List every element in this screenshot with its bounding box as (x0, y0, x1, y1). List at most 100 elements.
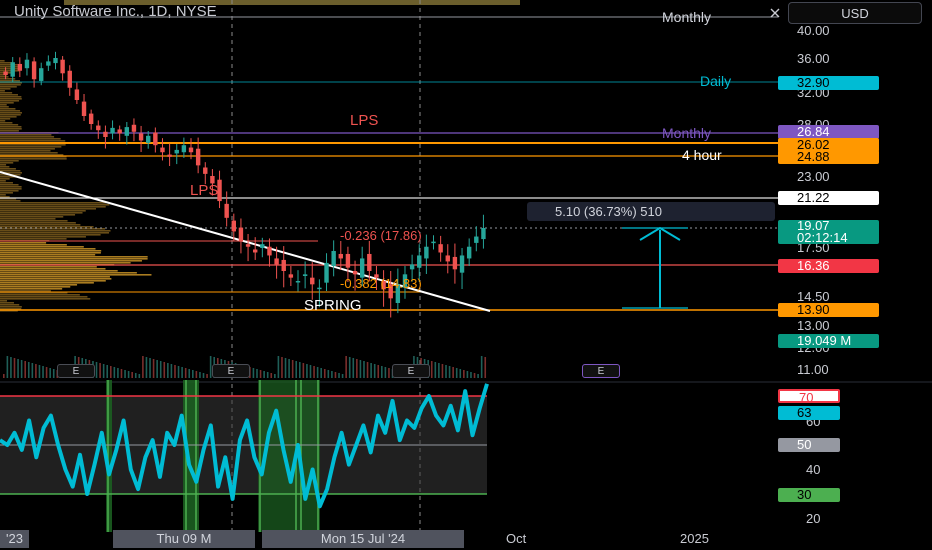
volume-profile-row (0, 290, 51, 292)
volume-bar (448, 366, 451, 378)
candle-body (274, 258, 279, 265)
volume-profile-row (0, 92, 13, 94)
volume-profile-row (0, 84, 21, 86)
volume-profile-row (0, 152, 58, 154)
candle-body (367, 253, 372, 271)
volume-profile-row (0, 150, 51, 152)
candle-body (452, 256, 458, 270)
volume-profile-row (0, 112, 22, 114)
candle-body (31, 61, 37, 80)
volume-bar (134, 373, 137, 378)
candle-body (138, 133, 144, 141)
volume-profile-row (0, 168, 16, 170)
orange-low-price-badge: 13.90 (778, 303, 879, 317)
volume-bar (345, 356, 347, 378)
earnings-marker[interactable]: E (57, 364, 95, 378)
volume-profile-row (0, 162, 14, 164)
volume-bar (320, 368, 322, 378)
volume-bar (174, 365, 176, 378)
volume-bar (156, 360, 158, 378)
candle-body (267, 246, 272, 256)
volume-profile-row (0, 154, 64, 156)
volume-profile-row (0, 306, 22, 308)
volume-badge: 19.049 M (778, 334, 879, 348)
price-tick: 40.00 (797, 23, 830, 38)
time-label: '23 (0, 530, 29, 548)
symbol-title[interactable]: Unity Software Inc., 1D, NYSE (14, 3, 217, 20)
volume-profile-row (0, 276, 110, 278)
spring-label[interactable]: SPRING (304, 297, 362, 314)
candle-body (181, 145, 187, 153)
volume-profile-row (0, 262, 131, 264)
candle-body (124, 127, 130, 136)
earnings-marker[interactable]: E (212, 364, 250, 378)
volume-profile-row (0, 130, 19, 132)
volume-profile-row (0, 188, 22, 190)
volume-profile-row (0, 102, 14, 104)
volume-profile-row (0, 234, 101, 236)
volume-bar (459, 369, 462, 378)
volume-profile-row (0, 76, 9, 78)
volume-profile-row (0, 256, 148, 258)
volume-profile-row (0, 106, 9, 108)
volume-bar (302, 363, 305, 378)
volume-profile-row (0, 118, 11, 120)
rsi-upper-badge: 70 (778, 389, 840, 405)
candle-body (459, 255, 465, 273)
volume-profile-row (0, 124, 19, 126)
candle-body (438, 244, 443, 253)
daily-price-badge: 32.90 (778, 76, 879, 90)
volume-profile-row (0, 180, 6, 182)
volume-profile-row (0, 62, 12, 64)
close-icon[interactable] (770, 8, 780, 18)
candle-body (338, 253, 343, 259)
volume-bar (152, 359, 155, 378)
volume-profile-row (0, 222, 76, 224)
volume-profile-row (0, 134, 52, 136)
volume-profile-row (0, 140, 66, 142)
volume-profile-row (0, 208, 96, 210)
volume-bar (338, 373, 340, 378)
volume-bar (109, 366, 112, 378)
volume-bar (95, 362, 98, 378)
candle-body (39, 68, 44, 81)
volume-profile-row (0, 192, 13, 194)
volume-profile-row (0, 186, 22, 188)
volume-bar (142, 356, 144, 378)
candle-body (431, 241, 436, 244)
volume-profile-row (0, 304, 20, 306)
candle-body (188, 147, 194, 153)
candle-body (46, 61, 51, 66)
volume-bar (38, 365, 41, 378)
volume-profile-row (0, 98, 22, 100)
volume-profile-row (0, 270, 118, 272)
volume-profile-row (0, 148, 55, 150)
earnings-marker-upcoming[interactable]: E (582, 364, 620, 378)
volume-bar (252, 368, 255, 378)
volume-profile-row (0, 60, 5, 62)
volume-bar (127, 371, 130, 378)
volume-profile-row (0, 80, 20, 82)
candle-body (117, 129, 122, 134)
volume-bar (13, 358, 16, 378)
earnings-marker[interactable]: E (392, 364, 430, 378)
volume-profile-row (0, 244, 67, 246)
candle-body (245, 244, 251, 247)
rsi-tick: 40 (806, 462, 821, 477)
currency-selector[interactable]: USD (788, 2, 922, 24)
volume-profile-row (0, 108, 16, 110)
lps-top-label[interactable]: LPS (350, 112, 378, 129)
volume-profile-row (0, 214, 76, 216)
volume-profile-row (0, 280, 106, 282)
volume-bar (27, 362, 30, 378)
volume-profile-row (0, 104, 7, 106)
lps-bottom-label[interactable]: LPS (190, 182, 218, 199)
candle-body (252, 249, 258, 253)
volume-bar (295, 361, 298, 378)
volume-bar (438, 363, 440, 378)
candle-body (417, 255, 422, 268)
candle-body (317, 287, 322, 290)
volume-bar (10, 357, 12, 378)
volume-bar (259, 370, 262, 378)
volume-profile-row (0, 90, 5, 92)
